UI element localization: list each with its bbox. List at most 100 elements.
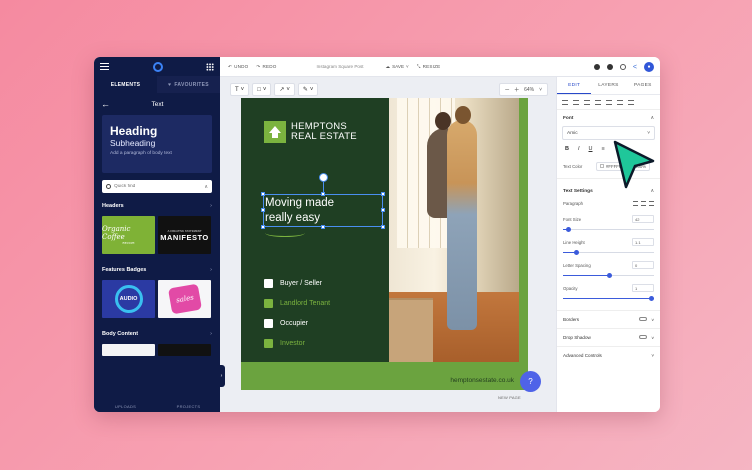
search-input[interactable] (114, 184, 202, 189)
line-height-input[interactable]: 1.1 (632, 238, 654, 246)
body-text-preset[interactable]: Add a paragraph of body text (110, 151, 204, 157)
resize-handle[interactable] (261, 208, 265, 212)
body-content-template[interactable] (158, 344, 211, 356)
settings-icon[interactable] (606, 64, 613, 70)
font-section-header[interactable]: Font ∧ (557, 110, 660, 126)
align-left-icon[interactable] (562, 99, 568, 105)
zoom-level[interactable]: 64% (524, 87, 534, 93)
tab-pages[interactable]: PAGES (626, 77, 660, 94)
tab-favourites[interactable]: ♥ FAVOURITES (157, 76, 220, 93)
audience-list[interactable]: Buyer / Seller Landlord Tenant Occupier … (264, 273, 330, 353)
slider-knob[interactable] (573, 249, 579, 255)
resize-handle[interactable] (381, 208, 385, 212)
avatar[interactable]: ● (644, 62, 654, 72)
tab-elements[interactable]: ELEMENTS (94, 76, 157, 93)
body-content-template[interactable] (102, 344, 155, 356)
text-presets-card[interactable]: Heading Subheading Add a paragraph of bo… (102, 115, 212, 173)
menu-icon[interactable] (100, 63, 109, 70)
collapse-sidebar-button[interactable]: › (218, 365, 225, 387)
align-bottom-icon[interactable] (617, 99, 623, 105)
font-family-select[interactable]: Amic ˅ (562, 126, 655, 140)
uploads-button[interactable]: UPLOADS (94, 400, 157, 412)
opacity-input[interactable]: 1 (632, 284, 654, 292)
photo-person-head (455, 106, 471, 124)
redo-button[interactable]: ↷ REDO (256, 64, 276, 70)
tab-edit[interactable]: EDIT (557, 77, 592, 94)
borders-toggle[interactable] (639, 316, 648, 322)
resize-handle[interactable] (381, 225, 385, 229)
rotate-handle[interactable] (319, 173, 328, 182)
italic-button[interactable]: I (578, 146, 580, 152)
projects-button[interactable]: PROJECTS (157, 400, 220, 412)
couple-photo[interactable] (389, 98, 519, 362)
tab-layers[interactable]: LAYERS (591, 77, 625, 94)
opacity-slider[interactable] (563, 295, 654, 301)
borders-label: Borders (563, 317, 580, 322)
borders-section[interactable]: Borders ˅ (557, 310, 660, 328)
tab-elements-label: ELEMENTS (110, 81, 141, 88)
underline-button[interactable]: U (589, 146, 593, 152)
headers-section-title[interactable]: Headers › (94, 199, 220, 213)
align-center-icon[interactable] (573, 99, 579, 105)
zoom-in-button[interactable]: + (514, 85, 519, 94)
para-center-icon[interactable] (641, 201, 646, 206)
subheading-preset[interactable]: Subheading (110, 139, 204, 148)
slider-knob[interactable] (566, 226, 572, 232)
align-middle-icon[interactable] (606, 99, 612, 105)
audio-badge-template[interactable]: AUDIO (102, 280, 155, 318)
history-icon[interactable] (619, 64, 626, 70)
share-icon[interactable]: < (633, 64, 637, 71)
quick-find-search[interactable]: ∧ (102, 180, 212, 193)
back-arrow-icon[interactable]: ← (101, 99, 110, 109)
list-button[interactable]: ≡ (602, 146, 605, 152)
chevron-down-icon[interactable]: ∧ (204, 184, 208, 190)
line-height-slider[interactable] (563, 249, 654, 255)
design-page[interactable]: HEMPTONS REAL ESTATE Moving made really … (241, 98, 528, 390)
organic-coffee-template[interactable]: Organic Coffee RECIPE (102, 216, 155, 254)
slider-knob[interactable] (606, 272, 612, 278)
selected-headline-text[interactable]: Moving made really easy (263, 194, 383, 227)
line-tool[interactable]: ↗ ˅ (274, 83, 295, 96)
bold-button[interactable]: B (565, 146, 569, 152)
resize-handle[interactable] (381, 192, 385, 196)
shape-tool[interactable]: □ ˅ (252, 83, 272, 96)
features-badges-section-title[interactable]: Features Badges › (94, 263, 220, 277)
align-right-icon[interactable] (584, 99, 590, 105)
align-top-icon[interactable] (595, 99, 601, 105)
audience-label: Occupier (280, 319, 309, 327)
zoom-out-button[interactable]: − (505, 85, 510, 94)
resize-button[interactable]: ⤡ RESIZE (417, 64, 441, 69)
letter-spacing-input[interactable]: 0 (632, 261, 654, 269)
drop-shadow-section[interactable]: Drop Shadow ˅ (557, 328, 660, 346)
text-tool[interactable]: T ˅ (230, 83, 250, 96)
manifesto-template[interactable]: A CREATIVE STATEMENT MANIFESTO (158, 216, 211, 254)
undo-button[interactable]: ↶ UNDO (228, 64, 248, 70)
paragraph-align-buttons[interactable] (633, 201, 654, 206)
font-size-slider[interactable] (563, 226, 654, 232)
font-size-input[interactable]: 42 (632, 215, 654, 223)
distribute-icon[interactable] (628, 99, 634, 105)
new-page-button[interactable]: NEW PAGE (498, 395, 521, 400)
help-button[interactable]: ? (520, 371, 541, 392)
sales-badge-template[interactable]: sales (158, 280, 211, 318)
resize-handle[interactable] (321, 192, 325, 196)
brand-logo-block[interactable]: HEMPTONS REAL ESTATE (264, 121, 357, 143)
alignment-toolbar (557, 95, 660, 110)
draw-tool[interactable]: ✎ ˅ (297, 83, 319, 96)
app-logo[interactable] (152, 61, 163, 72)
heading-preset[interactable]: Heading (110, 125, 204, 137)
advanced-controls-section[interactable]: Advanced Controls ˅ (557, 346, 660, 364)
resize-handle[interactable] (321, 225, 325, 229)
body-content-section-title[interactable]: Body Content › (94, 327, 220, 341)
drop-shadow-toggle[interactable] (639, 334, 648, 340)
document-title[interactable]: Instagram Square Post (317, 64, 364, 69)
slider-knob[interactable] (649, 295, 654, 301)
para-right-icon[interactable] (649, 201, 654, 206)
present-icon[interactable] (593, 64, 600, 70)
resize-handle[interactable] (261, 192, 265, 196)
letter-spacing-slider[interactable] (563, 272, 654, 278)
para-left-icon[interactable] (633, 201, 638, 206)
chevron-down-icon[interactable]: ˅ (539, 87, 542, 93)
save-button[interactable]: ☁ SAVE ˅ (386, 64, 409, 70)
apps-grid-icon[interactable] (206, 62, 214, 71)
